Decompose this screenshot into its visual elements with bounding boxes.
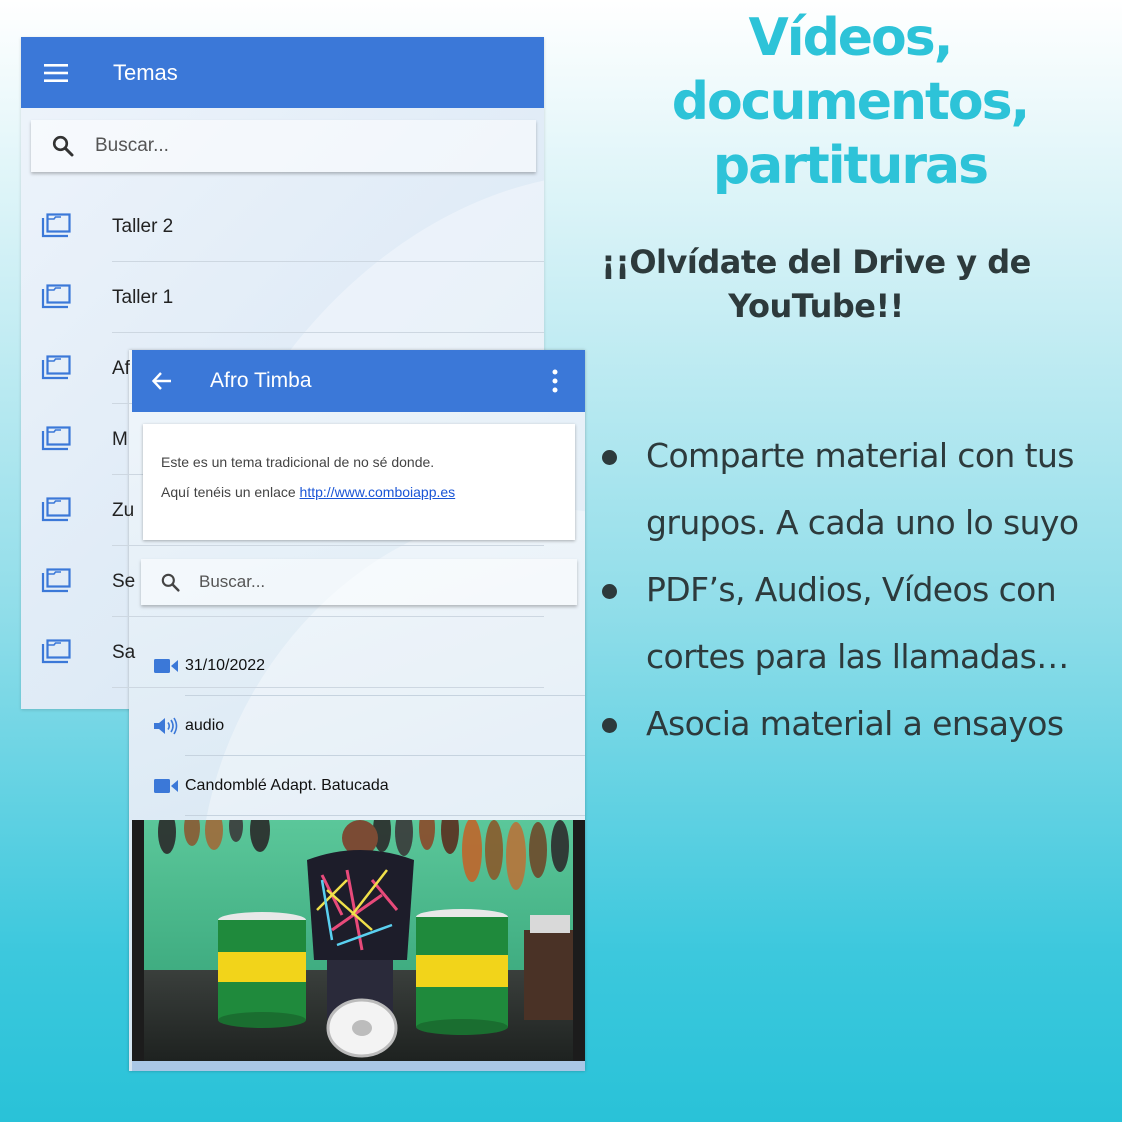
description-text: Este es un tema tradicional de no sé don… <box>161 454 435 470</box>
folder-icon <box>41 283 71 308</box>
more-options-button[interactable] <box>525 369 585 393</box>
list-item[interactable]: audio <box>129 696 585 756</box>
temas-search-input[interactable] <box>95 135 475 157</box>
headline-line: Vídeos, <box>748 8 954 68</box>
list-item[interactable]: Taller 1 <box>21 262 544 333</box>
list-item-label: 31/10/2022 <box>185 657 266 674</box>
search-icon <box>161 573 180 592</box>
headline: Vídeos, documentos, partituras <box>600 6 1100 198</box>
detail-title: Afro Timba <box>210 369 312 392</box>
list-item-label: audio <box>185 717 225 734</box>
headline-line: documentos, <box>671 72 1031 132</box>
subheadline: ¡¡Olvídate del Drive y de YouTube!! <box>596 240 1036 328</box>
subheadline-line: ¡¡Olvídate del Drive y de <box>601 243 1031 281</box>
folder-icon <box>41 425 71 450</box>
list-item-label: Zu <box>112 499 135 521</box>
list-item[interactable]: Taller 2 <box>21 191 544 262</box>
feature-item: Asocia material a ensayos <box>600 690 1100 757</box>
folder-icon <box>41 638 71 663</box>
list-item-label: Af <box>112 357 130 379</box>
menu-icon <box>44 63 68 82</box>
temas-title: Temas <box>113 59 178 85</box>
list-item-label: Taller 1 <box>112 286 174 308</box>
video-camera-icon <box>154 659 178 673</box>
menu-button[interactable] <box>21 37 91 108</box>
description-link-line: Aquí tenéis un enlace http://www.comboia… <box>161 484 557 500</box>
temas-app-bar: Temas <box>21 37 544 108</box>
list-item-label: Taller 2 <box>112 215 174 237</box>
subheadline-line: YouTube!! <box>728 287 904 325</box>
detail-app-bar: Afro Timba <box>132 350 585 412</box>
folder-icon <box>41 354 71 379</box>
description-card: Este es un tema tradicional de no sé don… <box>143 424 575 540</box>
more-vert-icon <box>552 369 558 393</box>
list-item-label: Candomblé Adapt. Batucada <box>185 777 389 794</box>
video-progress-bar[interactable] <box>132 1061 585 1071</box>
arrow-back-icon <box>151 372 171 390</box>
afro-timba-screen: Afro Timba Este es un tema tradicional d… <box>129 350 585 1071</box>
detail-search-input[interactable] <box>199 572 539 592</box>
video-camera-icon <box>154 779 178 793</box>
feature-item: PDF’s, Audios, Vídeos con cortes para la… <box>600 556 1100 690</box>
video-frame-image <box>132 820 585 1061</box>
temas-search-bar[interactable] <box>31 120 536 172</box>
back-button[interactable] <box>132 371 192 391</box>
list-item[interactable]: Candomblé Adapt. Batucada <box>129 756 585 816</box>
description-link[interactable]: http://www.comboiapp.es <box>300 484 456 500</box>
folder-icon <box>41 212 71 237</box>
feature-list: Comparte material con tus grupos. A cada… <box>600 422 1100 757</box>
video-player[interactable] <box>132 820 585 1061</box>
list-item-label: M <box>112 428 128 450</box>
detail-search-bar[interactable] <box>141 559 577 605</box>
headline-line: partituras <box>712 136 989 196</box>
search-icon <box>52 135 74 157</box>
speaker-icon <box>154 717 178 735</box>
list-item[interactable]: 31/10/2022 <box>129 636 585 696</box>
description-link-prefix: Aquí tenéis un enlace <box>161 484 300 500</box>
folder-icon <box>41 496 71 521</box>
feature-item: Comparte material con tus grupos. A cada… <box>600 422 1100 556</box>
list-item-label: Se <box>112 570 136 592</box>
folder-icon <box>41 567 71 592</box>
material-list: 31/10/2022 audio Candomblé Adapt. Batuca… <box>129 636 585 816</box>
